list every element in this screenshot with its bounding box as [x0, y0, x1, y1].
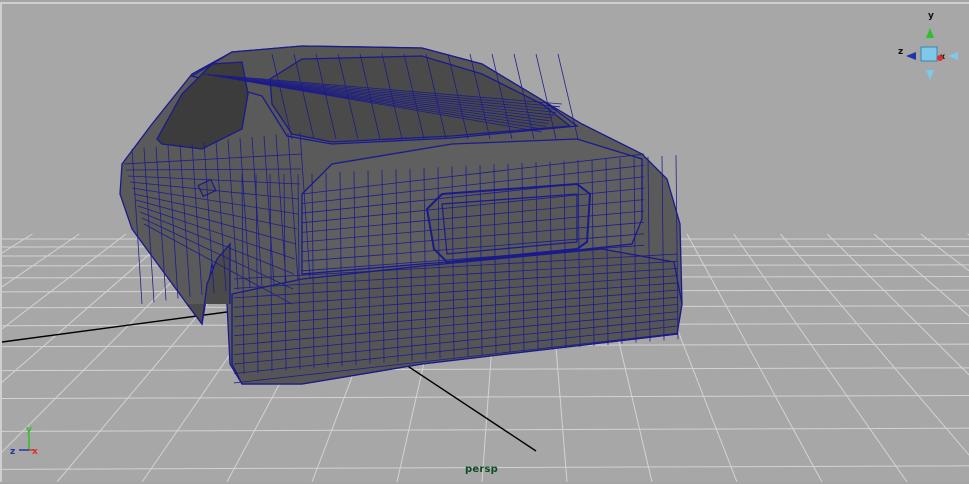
triad-z-label: z [10, 447, 15, 457]
view-cube-neg-y-cone[interactable] [926, 70, 934, 80]
grid-line [2, 234, 173, 482]
grid-line [781, 234, 969, 482]
view-cube-y-cone[interactable] [926, 28, 934, 38]
view-cube-gizmo[interactable]: y z x [898, 11, 958, 80]
scene-canvas[interactable]: y z x y z x [2, 4, 969, 482]
grid-line [2, 234, 79, 482]
view-cube-box[interactable] [921, 47, 937, 61]
grid-line [2, 367, 969, 371]
grid-line [827, 234, 969, 482]
view-cube-y-label: y [928, 11, 934, 21]
grid-line [874, 234, 969, 482]
triad-x-label: x [32, 447, 38, 457]
triad-y-label: y [26, 425, 32, 435]
grid-line [2, 234, 33, 482]
grid-line [921, 234, 969, 482]
grid-line [687, 234, 822, 482]
camera-name-label[interactable]: persp [465, 464, 498, 475]
view-cube-x-cone[interactable] [948, 52, 958, 60]
grid-line [734, 234, 907, 482]
grid-line [2, 395, 969, 399]
view-cube-z-cone[interactable] [906, 52, 916, 60]
persp-viewport[interactable]: y z x y z x persp [0, 2, 969, 482]
grid-line [2, 234, 126, 482]
car-mesh[interactable] [120, 46, 682, 384]
view-cube-z-label: z [898, 47, 903, 57]
view-cube-x-dot [937, 55, 943, 61]
